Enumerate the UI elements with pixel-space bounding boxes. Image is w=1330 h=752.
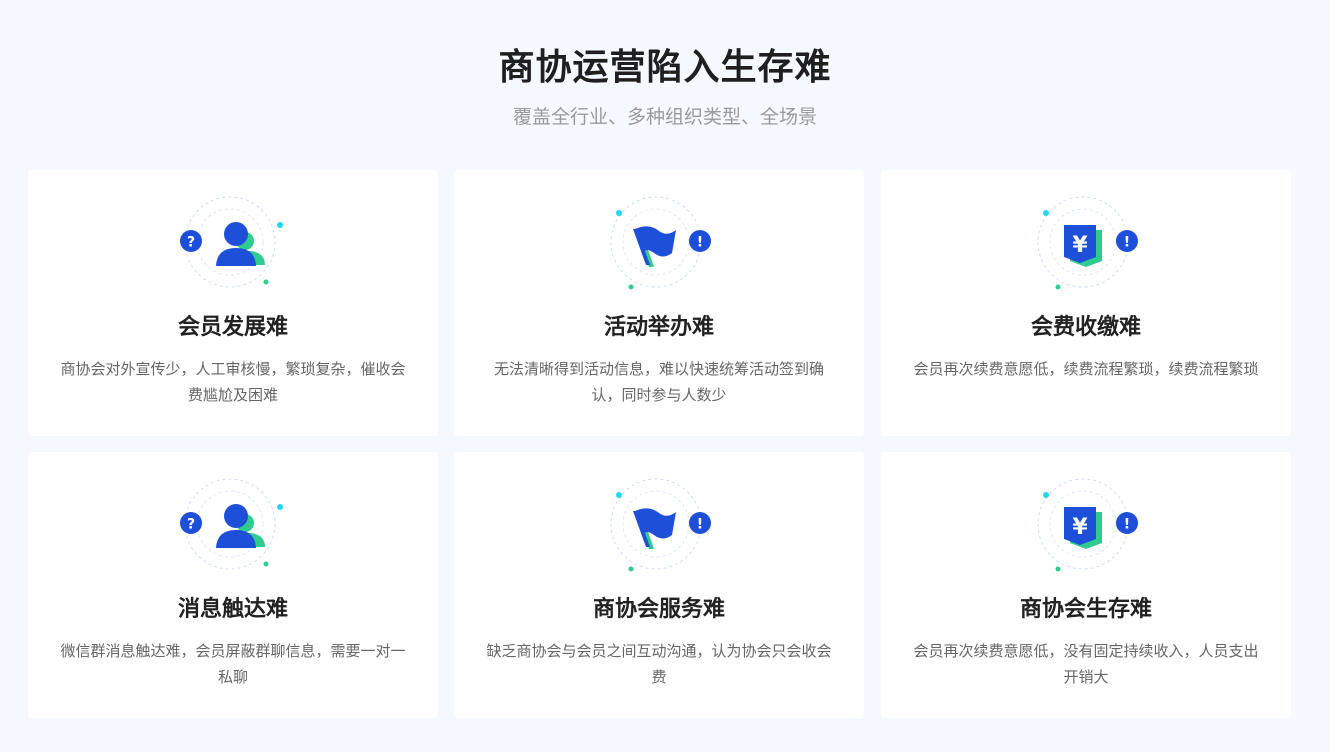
problem-card-association-survival[interactable]: ¥ ! 商协会生存难 会员再次续费意愿低，没有固定持续收入，人员支出开销大 bbox=[881, 452, 1291, 718]
card-title: 会员发展难 bbox=[177, 315, 288, 340]
svg-text:¥: ¥ bbox=[1072, 233, 1088, 258]
problem-card-association-service[interactable]: ! 商协会服务难 缺乏商协会与会员之间互动沟通，认为协会只会收会费 bbox=[454, 452, 864, 718]
card-description: 无法清晰得到活动信息，难以快速统筹活动签到确认，同时参与人数少 bbox=[493, 360, 824, 404]
card-title: 商协会生存难 bbox=[1019, 597, 1152, 622]
card-description: 商协会对外宣传少，人工审核慢，繁琐复杂，催收会费尴尬及困难 bbox=[60, 360, 406, 404]
badge-alert-icon: ! bbox=[697, 517, 703, 533]
member-icon: ? bbox=[173, 195, 293, 295]
problem-card-grid: ? 会员发展难 商协会对外宣传少，人工审核慢，繁琐复杂，催收会费尴尬及困难 ! … bbox=[28, 170, 1292, 720]
problem-card-event-hosting[interactable]: ! 活动举办难 无法清晰得到活动信息，难以快速统筹活动签到确认，同时参与人数少 bbox=[454, 170, 864, 436]
card-title: 活动举办难 bbox=[603, 315, 714, 340]
badge-alert-icon: ! bbox=[697, 235, 703, 251]
problem-card-message-reach[interactable]: ? 消息触达难 微信群消息触达难，会员屏蔽群聊信息，需要一对一私聊 bbox=[28, 452, 438, 718]
member-icon: ? bbox=[173, 477, 293, 577]
badge-alert-icon: ! bbox=[1124, 235, 1130, 251]
card-title: 消息触达难 bbox=[177, 597, 288, 622]
page-title: 商协运营陷入生存难 bbox=[498, 47, 832, 88]
svg-text:¥: ¥ bbox=[1072, 515, 1088, 540]
page-subtitle: 覆盖全行业、多种组织类型、全场景 bbox=[512, 106, 817, 128]
card-description: 微信群消息触达难，会员屏蔽群聊信息，需要一对一私聊 bbox=[60, 642, 406, 686]
flag-icon: ! bbox=[599, 195, 719, 295]
card-title: 会费收缴难 bbox=[1030, 315, 1141, 340]
badge-question-icon: ? bbox=[187, 517, 195, 533]
card-description: 会员再次续费意愿低，没有固定持续收入，人员支出开销大 bbox=[913, 642, 1259, 686]
problem-card-fee-collection[interactable]: ¥ ! 会费收缴难 会员再次续费意愿低，续费流程繁琐，续费流程繁琐 bbox=[881, 170, 1291, 436]
problem-card-member-growth[interactable]: ? 会员发展难 商协会对外宣传少，人工审核慢，繁琐复杂，催收会费尴尬及困难 bbox=[28, 170, 438, 436]
card-description: 会员再次续费意愿低，续费流程繁琐，续费流程繁琐 bbox=[913, 360, 1259, 378]
yuan-icon: ¥ ! bbox=[1026, 477, 1146, 577]
badge-alert-icon: ! bbox=[1124, 517, 1130, 533]
yuan-icon: ¥ ! bbox=[1026, 195, 1146, 295]
card-description: 缺乏商协会与会员之间互动沟通，认为协会只会收会费 bbox=[486, 642, 832, 686]
flag-icon: ! bbox=[599, 477, 719, 577]
card-title: 商协会服务难 bbox=[592, 597, 725, 622]
